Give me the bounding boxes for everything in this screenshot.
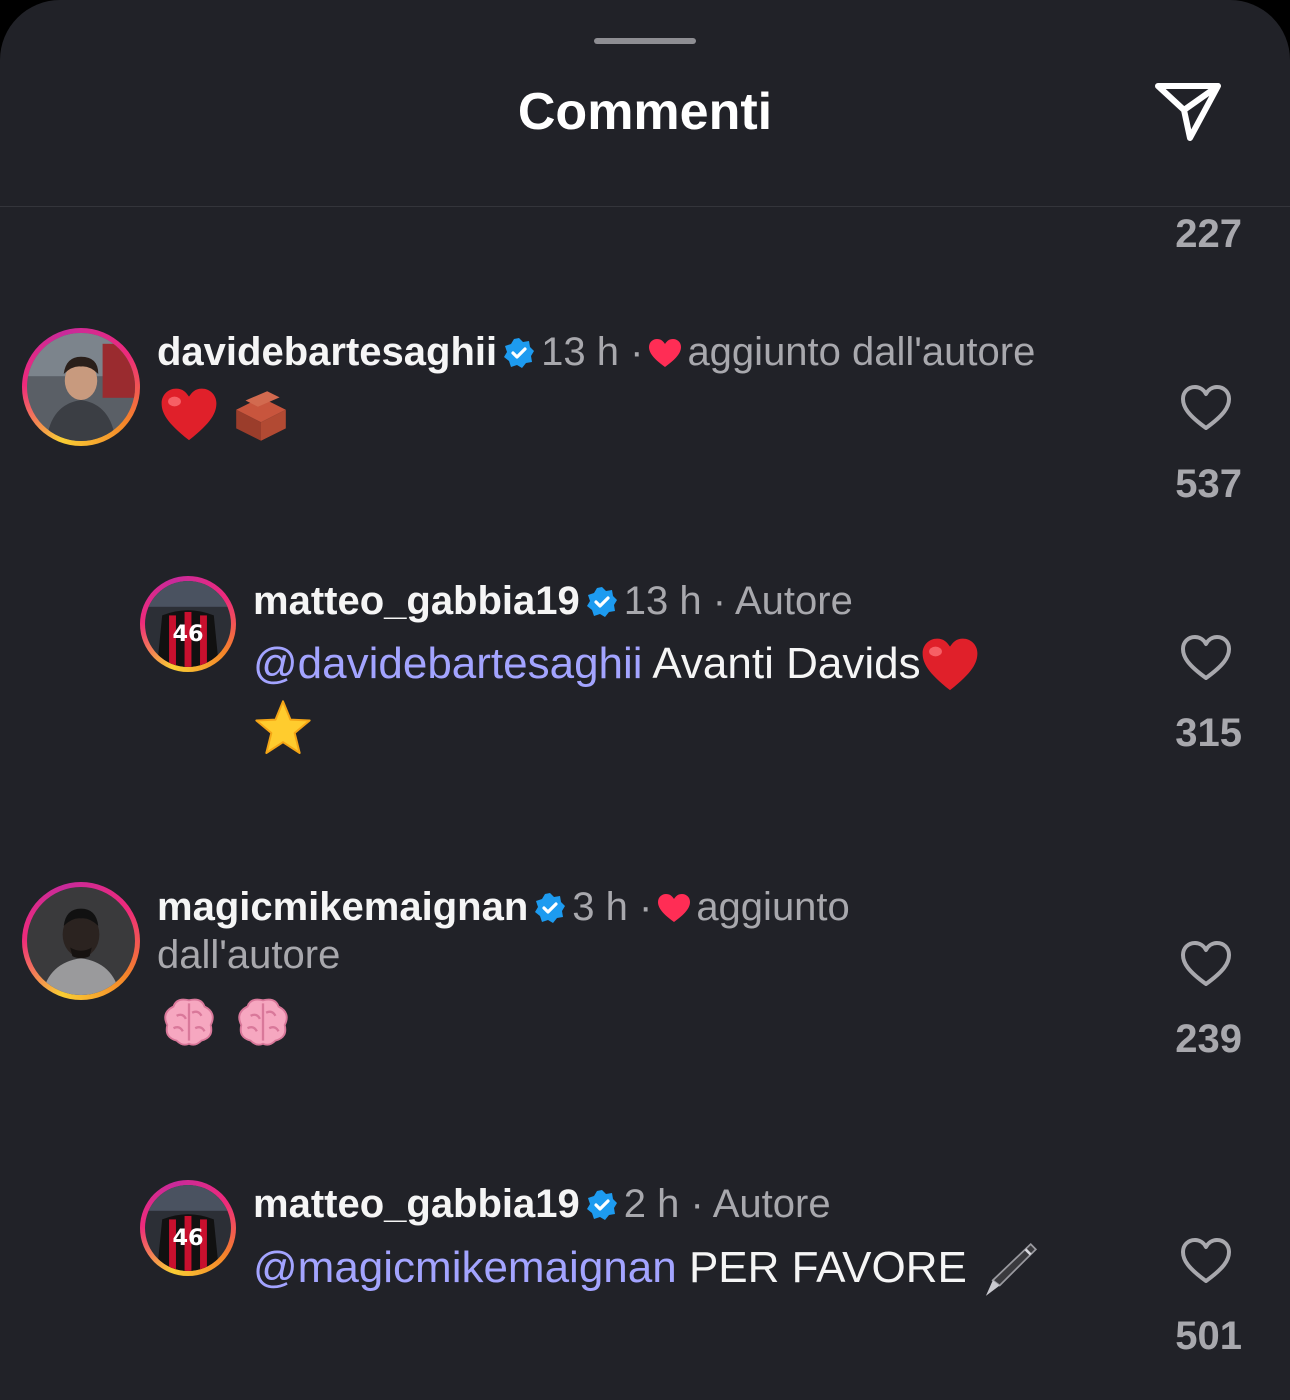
dot-separator: · — [638, 885, 653, 929]
username[interactable]: matteo_gabbia19 — [253, 1182, 580, 1226]
like-count[interactable]: 315 — [1122, 711, 1242, 756]
like-heart-icon[interactable] — [1180, 384, 1232, 432]
liked-by-author-label: aggiunto — [696, 885, 850, 929]
comment-text — [160, 384, 292, 445]
brick-emoji-icon — [236, 391, 287, 442]
comment-text: @davidebartesaghii Avanti Davids — [253, 634, 1083, 758]
comment-header: matteo_gabbia19 2 h · Autore — [253, 1180, 831, 1228]
profile-photo — [27, 887, 135, 995]
dot-separator: · — [712, 579, 727, 623]
like-count[interactable]: 501 — [1122, 1314, 1242, 1359]
profile-photo — [27, 333, 135, 441]
jersey-number: 46 — [172, 1225, 203, 1251]
comment-header: magicmikemaignan 3 h · aggiunto dall'autor… — [157, 883, 957, 979]
profile-photo: 46 — [145, 1185, 231, 1271]
comments-sheet: Commenti 227 davidebartesaghii 13 h · aggi… — [0, 0, 1290, 1400]
verified-badge-icon — [586, 1190, 617, 1220]
page-title: Commenti — [517, 83, 773, 141]
red-heart-emoji-icon — [922, 638, 977, 691]
mention-link[interactable]: @davidebartesaghii — [253, 639, 643, 688]
comment-time: 13 h — [623, 579, 702, 623]
paper-plane-icon[interactable] — [1152, 78, 1224, 144]
mention-link[interactable]: @magicmikemaignan — [253, 1243, 677, 1292]
jersey-number: 46 — [172, 621, 203, 647]
author-label: Autore — [735, 579, 853, 623]
like-count[interactable]: 239 — [1122, 1017, 1242, 1062]
comment-time: 3 h — [572, 885, 628, 929]
comment-text — [158, 990, 294, 1051]
avatar[interactable]: 46 — [140, 576, 236, 672]
verified-badge-icon — [535, 893, 566, 923]
verified-badge-icon — [586, 587, 617, 617]
header-divider — [0, 206, 1290, 207]
pen-emoji-icon — [985, 1243, 1038, 1297]
liked-by-author-label: aggiunto dall'autore — [687, 330, 1036, 374]
username[interactable]: magicmikemaignan — [157, 885, 528, 929]
comment-header: matteo_gabbia19 13 h · Autore — [253, 577, 853, 625]
comment-time: 13 h — [541, 330, 619, 374]
comment-text: @magicmikemaignan PER FAVORE — [253, 1238, 1113, 1301]
comment-header: davidebartesaghii 13 h · aggiunto dall'aut… — [157, 328, 1035, 376]
avatar[interactable]: 46 — [140, 1180, 236, 1276]
like-heart-icon[interactable] — [1180, 634, 1232, 682]
author-liked-heart-icon — [649, 339, 682, 367]
author-label: Autore — [712, 1182, 831, 1226]
like-count[interactable]: 227 — [1122, 212, 1242, 257]
like-count[interactable]: 537 — [1122, 462, 1242, 507]
profile-photo: 46 — [145, 581, 231, 667]
avatar[interactable] — [22, 328, 140, 446]
comment-body: Avanti Davids — [652, 639, 921, 688]
red-heart-emoji-icon — [161, 388, 217, 441]
verified-badge-icon — [504, 338, 535, 368]
author-liked-heart-icon — [658, 894, 691, 922]
username[interactable]: davidebartesaghii — [157, 330, 497, 374]
brain-emoji-icon — [164, 998, 214, 1047]
brain-emoji-icon — [238, 998, 288, 1047]
liked-by-author-label-cont: dall'autore — [157, 933, 341, 977]
avatar[interactable] — [22, 882, 140, 1000]
dot-separator: · — [690, 1182, 704, 1226]
dot-separator: · — [630, 330, 644, 374]
like-heart-icon[interactable] — [1180, 1237, 1232, 1285]
like-heart-icon[interactable] — [1180, 940, 1232, 988]
sheet-grabber[interactable] — [594, 38, 696, 44]
username[interactable]: matteo_gabbia19 — [253, 579, 580, 623]
comment-time: 2 h — [623, 1182, 680, 1226]
comment-body: PER FAVORE — [688, 1243, 967, 1292]
star-emoji-icon — [255, 700, 311, 754]
